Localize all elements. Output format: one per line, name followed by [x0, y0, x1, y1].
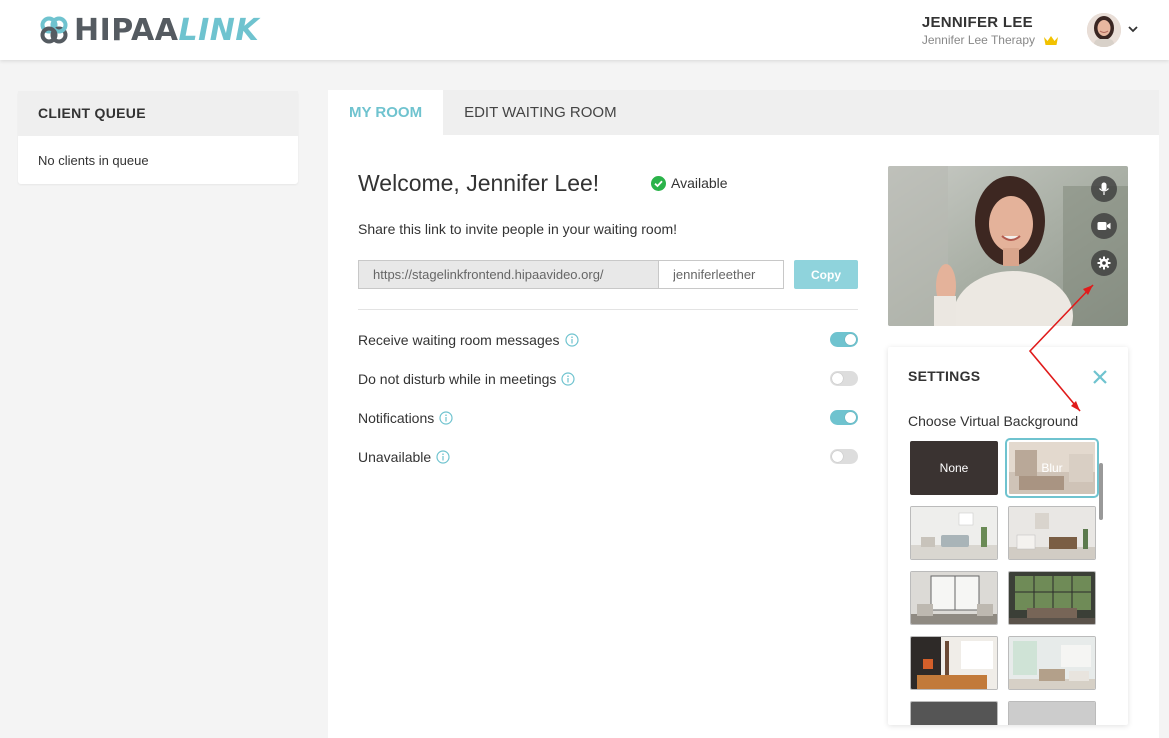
user-org-row: Jennifer Lee Therapy: [922, 33, 1059, 47]
room-panel: MY ROOM EDIT WAITING ROOM Welcome, Jenni…: [328, 90, 1159, 738]
microphone-button[interactable]: [1091, 176, 1117, 202]
room-thumbnail: [1009, 637, 1095, 689]
user-name: JENNIFER LEE: [921, 14, 1033, 31]
option-notifications: Notifications: [358, 408, 858, 428]
toggle-notifications[interactable]: [830, 410, 858, 425]
room-thumbnail: [911, 572, 997, 624]
option-do-not-disturb: Do not disturb while in meetings: [358, 369, 858, 389]
divider: [358, 309, 858, 310]
background-blur-label: Blur: [1041, 461, 1063, 475]
background-none[interactable]: None: [910, 441, 998, 495]
hipaalink-logo[interactable]: HIPAALINK: [38, 13, 259, 48]
room-thumbnail: [1009, 572, 1095, 624]
logo-text-accent: LINK: [178, 12, 260, 48]
app-header: HIPAALINK JENNIFER LEE Jennifer Lee Ther…: [0, 0, 1169, 60]
camera-preview: [888, 166, 1128, 326]
toggle-unavailable[interactable]: [830, 449, 858, 464]
room-thumbnail: [911, 637, 997, 689]
background-room-5[interactable]: [910, 636, 998, 690]
logo-wordmark: HIPAALINK: [74, 13, 259, 48]
avatar[interactable]: [1087, 13, 1121, 47]
user-org: Jennifer Lee Therapy: [921, 33, 1035, 47]
tab-my-room[interactable]: MY ROOM: [328, 90, 444, 135]
video-camera-icon: [1097, 222, 1111, 230]
background-room-6[interactable]: [1008, 636, 1096, 690]
background-room-2[interactable]: [1008, 506, 1096, 560]
background-room-3[interactable]: [910, 571, 998, 625]
virtual-background-label: Choose Virtual Background: [908, 413, 1079, 429]
client-queue-empty: No clients in queue: [38, 153, 149, 168]
logo-chain-icon: [40, 16, 68, 44]
client-queue-title: CLIENT QUEUE: [18, 91, 298, 136]
toggle-waiting-room-messages[interactable]: [830, 332, 858, 347]
avatar-image: [1087, 13, 1121, 47]
background-blur[interactable]: Blur: [1005, 438, 1099, 498]
invite-link-field: https://stagelinkfrontend.hipaavideo.org…: [358, 260, 784, 289]
background-room-7[interactable]: [910, 701, 998, 725]
room-thumbnail: [911, 702, 997, 725]
info-icon[interactable]: [439, 411, 453, 425]
close-icon[interactable]: [1092, 369, 1108, 385]
gear-icon: [1097, 256, 1111, 270]
option-label: Receive waiting room messages: [358, 332, 560, 348]
invite-link-base: https://stagelinkfrontend.hipaavideo.org…: [358, 260, 658, 289]
option-label: Notifications: [358, 410, 435, 426]
microphone-icon: [1099, 182, 1109, 195]
user-info[interactable]: JENNIFER LEE Jennifer Lee Therapy: [922, 14, 1059, 47]
room-tabs: MY ROOM EDIT WAITING ROOM: [328, 90, 1159, 135]
background-room-4[interactable]: [1008, 571, 1096, 625]
option-unavailable: Unavailable: [358, 447, 858, 467]
background-none-label: None: [939, 461, 969, 475]
chevron-down-icon[interactable]: [1127, 23, 1139, 35]
info-icon[interactable]: [564, 333, 579, 347]
toggle-do-not-disturb[interactable]: [830, 371, 858, 386]
info-icon[interactable]: [436, 450, 450, 464]
settings-panel: SETTINGS Choose Virtual Background None …: [888, 347, 1128, 725]
settings-scrollbar[interactable]: [1099, 463, 1103, 520]
availability-status: Available: [651, 175, 728, 191]
room-thumbnail: [911, 507, 997, 559]
settings-button[interactable]: [1091, 250, 1117, 276]
option-waiting-room-messages: Receive waiting room messages: [358, 330, 858, 350]
invite-link-slug-input[interactable]: [658, 260, 784, 289]
share-instructions: Share this link to invite people in your…: [358, 221, 678, 237]
settings-title: SETTINGS: [908, 368, 981, 384]
client-queue-panel: CLIENT QUEUE No clients in queue: [18, 91, 298, 184]
copy-button[interactable]: Copy: [794, 260, 858, 289]
logo-text-main: HIPAA: [74, 12, 179, 48]
crown-icon: [1044, 35, 1058, 45]
option-label: Do not disturb while in meetings: [358, 371, 557, 387]
option-label: Unavailable: [358, 449, 432, 465]
tab-edit-waiting-room[interactable]: EDIT WAITING ROOM: [443, 90, 638, 135]
check-circle-icon: [651, 175, 666, 191]
background-room-8[interactable]: [1008, 701, 1096, 725]
welcome-heading: Welcome, Jennifer Lee!: [358, 170, 600, 196]
background-room-1[interactable]: [910, 506, 998, 560]
room-thumbnail: [1009, 507, 1095, 559]
availability-label: Available: [671, 175, 728, 191]
camera-button[interactable]: [1091, 213, 1117, 239]
info-icon[interactable]: [561, 372, 576, 386]
room-thumbnail: [1009, 702, 1095, 725]
